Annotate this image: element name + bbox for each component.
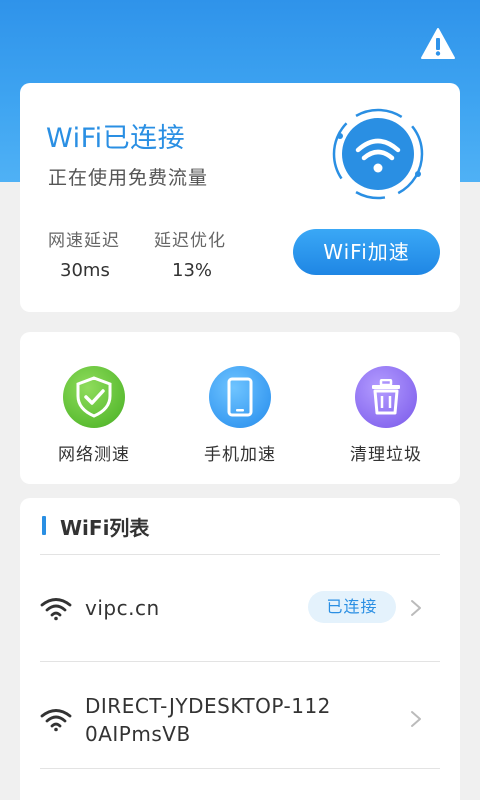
wifi-connected-icon (332, 108, 424, 200)
wifi-signal-icon (40, 709, 72, 732)
wifi-list-item[interactable]: DIRECT-JYDESKTOP-1120AIPmsVB (40, 662, 440, 768)
tool-phone-boost-label: 手机加速 (204, 445, 276, 465)
latency-value: 30ms (60, 260, 110, 281)
wifi-list-item[interactable]: vipc.cn 已连接 (40, 555, 440, 661)
phone-icon (209, 366, 271, 428)
app-screen: WiFi已连接 正在使用免费流量 网速延迟 30ms 延迟优化 13% WiFi… (0, 0, 480, 800)
wifi-signal-icon (40, 598, 72, 621)
connection-status-card: WiFi已连接 正在使用免费流量 网速延迟 30ms 延迟优化 13% WiFi… (20, 83, 460, 312)
connection-title: WiFi已连接 (46, 123, 186, 154)
tools-panel: 网络测速 手机加速 清理垃圾 (20, 332, 460, 484)
tool-speed-test[interactable]: 网络测速 (39, 366, 149, 466)
wifi-ssid: DIRECT-JYDESKTOP-1120AIPmsVB (85, 694, 331, 746)
shield-check-icon (63, 366, 125, 428)
connected-badge: 已连接 (308, 591, 396, 623)
tool-clean-junk-label: 清理垃圾 (350, 445, 422, 465)
chevron-right-icon (411, 600, 421, 616)
chevron-right-icon (411, 711, 421, 727)
tool-speed-test-label: 网络测速 (58, 445, 130, 465)
wifi-ssid: vipc.cn (85, 596, 160, 620)
wifi-list-title: WiFi列表 (60, 516, 150, 540)
wifi-boost-button[interactable]: WiFi加速 (293, 229, 440, 275)
tool-clean-junk[interactable]: 清理垃圾 (331, 366, 441, 466)
optimization-value: 13% (172, 260, 213, 281)
divider (40, 768, 440, 769)
warning-icon[interactable] (420, 27, 456, 61)
connection-subtitle: 正在使用免费流量 (48, 167, 209, 189)
tool-phone-boost[interactable]: 手机加速 (185, 366, 295, 466)
wifi-list-panel: WiFi列表 vipc.cn 已连接 DIRECT-JYDESKTOP-1120… (20, 498, 460, 800)
latency-label: 网速延迟 (48, 231, 120, 251)
section-marker (42, 516, 46, 535)
optimization-label: 延迟优化 (154, 231, 226, 251)
trash-icon (355, 366, 417, 428)
